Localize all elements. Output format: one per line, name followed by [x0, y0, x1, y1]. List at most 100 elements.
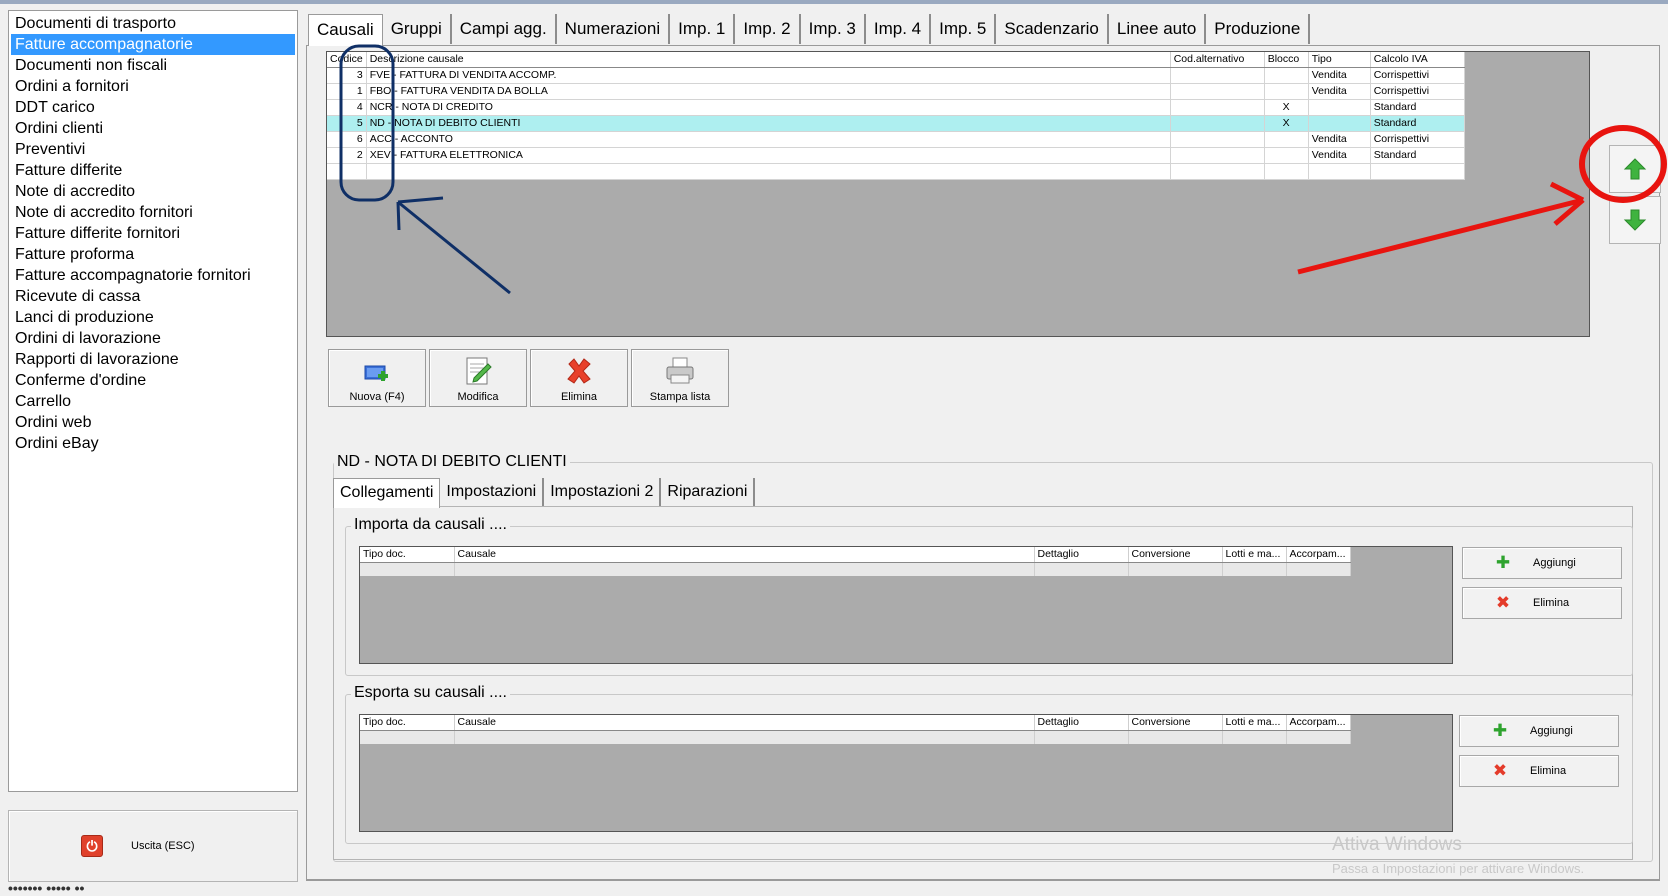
subtab-3[interactable]: Riparazioni: [661, 478, 756, 506]
column-header[interactable]: Blocco: [1264, 52, 1309, 68]
table-cell-descrizione: FBO - FATTURA VENDITA DA BOLLA: [366, 83, 1171, 100]
power-icon: ⏻: [81, 835, 103, 857]
table-cell-cod-alt: [1170, 147, 1265, 164]
new-button[interactable]: Nuova (F4): [328, 349, 426, 407]
table-cell-blocco: X: [1264, 115, 1309, 132]
import-add-button[interactable]: ✚ Aggiungi: [1462, 547, 1622, 579]
table-cell-blocco: X: [1264, 99, 1309, 116]
tab-9[interactable]: Scadenzario: [996, 14, 1109, 44]
tab-1[interactable]: Gruppi: [382, 14, 452, 44]
document-type-item[interactable]: Fatture differite fornitori: [11, 223, 295, 244]
tab-11[interactable]: Produzione: [1206, 14, 1311, 44]
export-add-button[interactable]: ✚ Aggiungi: [1459, 715, 1619, 747]
column-header[interactable]: Descrizione causale: [366, 52, 1171, 68]
import-table[interactable]: Tipo doc. Causale Dettaglio Conversione Lott…: [360, 547, 1351, 576]
column-header[interactable]: Cod.alternativo: [1170, 52, 1265, 68]
empty-cell: [1034, 730, 1129, 744]
column-header[interactable]: Accorpam...: [1286, 547, 1351, 563]
column-header[interactable]: Tipo doc.: [360, 715, 455, 731]
table-row[interactable]: 3 FVE - FATTURA DI VENDITA ACCOMP. Vendita…: [327, 67, 1465, 84]
column-header[interactable]: Tipo: [1308, 52, 1371, 68]
table-row[interactable]: 4 NCR - NOTA DI CREDITO X Standard: [327, 99, 1465, 116]
tab-10[interactable]: Linee auto: [1108, 14, 1207, 44]
empty-row[interactable]: [360, 562, 1351, 576]
move-up-button[interactable]: [1609, 145, 1661, 193]
document-type-item[interactable]: Note di accredito fornitori: [11, 202, 295, 223]
table-row[interactable]: 6 ACC - ACCONTO Vendita Corrispettivi: [327, 131, 1465, 148]
export-table[interactable]: Tipo doc. Causale Dettaglio Conversione Lott…: [360, 715, 1351, 744]
document-type-item[interactable]: Note di accredito: [11, 181, 295, 202]
column-header[interactable]: Causale: [454, 715, 1035, 731]
export-title: Esporta su causali ....: [351, 684, 510, 702]
column-header[interactable]: Dettaglio: [1034, 547, 1129, 563]
print-list-button[interactable]: Stampa lista: [631, 349, 729, 407]
document-type-item[interactable]: Ordini clienti: [11, 118, 295, 139]
document-type-item[interactable]: Ordini a fornitori: [11, 76, 295, 97]
document-type-item[interactable]: Documenti non fiscali: [11, 55, 295, 76]
move-down-button[interactable]: [1609, 196, 1661, 244]
document-type-list[interactable]: Documenti di trasporto Fatture accompagna…: [8, 10, 298, 792]
column-header[interactable]: Lotti e ma...: [1222, 547, 1287, 563]
document-type-item[interactable]: Fatture differite: [11, 160, 295, 181]
document-type-item[interactable]: Ordini di lavorazione: [11, 328, 295, 349]
tab-6[interactable]: Imp. 3: [800, 14, 866, 44]
column-header[interactable]: Tipo doc.: [360, 547, 455, 563]
main-tab-strip: Causali Gruppi Campi agg. Numerazioni Imp. 1…: [308, 14, 1311, 46]
column-header[interactable]: Lotti e ma...: [1222, 715, 1287, 731]
column-header[interactable]: Conversione: [1128, 547, 1223, 563]
empty-cell: [1128, 562, 1223, 576]
tab-3[interactable]: Numerazioni: [556, 14, 671, 44]
new-button-label: Nuova (F4): [349, 391, 405, 403]
column-header[interactable]: Conversione: [1128, 715, 1223, 731]
table-cell-iva: Corrispettivi: [1370, 83, 1465, 100]
delete-button[interactable]: Elimina: [530, 349, 628, 407]
tab-4[interactable]: Imp. 1: [670, 14, 736, 44]
tab-8[interactable]: Imp. 5: [931, 14, 997, 44]
tab-2[interactable]: Campi agg.: [451, 14, 557, 44]
empty-cell: [454, 562, 1035, 576]
document-type-item[interactable]: Fatture accompagnatorie fornitori: [11, 265, 295, 286]
column-header[interactable]: Calcolo IVA: [1370, 52, 1465, 68]
edit-button[interactable]: Modifica: [429, 349, 527, 407]
table-cell-blocco: [1264, 147, 1309, 164]
empty-row[interactable]: [360, 730, 1351, 744]
document-type-item[interactable]: Lanci di produzione: [11, 307, 295, 328]
column-header[interactable]: Codice: [327, 52, 367, 68]
document-type-item[interactable]: Carrello: [11, 391, 295, 412]
empty-cell: [1286, 730, 1351, 744]
column-header[interactable]: Causale: [454, 547, 1035, 563]
document-type-item[interactable]: Ordini web: [11, 412, 295, 433]
document-type-item[interactable]: Fatture proforma: [11, 244, 295, 265]
column-header[interactable]: Accorpam...: [1286, 715, 1351, 731]
column-header[interactable]: Dettaglio: [1034, 715, 1129, 731]
document-type-item[interactable]: Ricevute di cassa: [11, 286, 295, 307]
empty-cell: [1222, 730, 1287, 744]
subtab-0[interactable]: Collegamenti: [333, 478, 441, 508]
document-type-item[interactable]: Rapporti di lavorazione: [11, 349, 295, 370]
tab-0[interactable]: Causali: [308, 14, 383, 46]
table-row[interactable]: 2 XEV - FATTURA ELETTRONICA Vendita Standar…: [327, 147, 1465, 164]
export-grid[interactable]: Tipo doc. Causale Dettaglio Conversione Lott…: [359, 714, 1453, 832]
document-type-item[interactable]: Ordini eBay: [11, 433, 295, 454]
table-cell-blocco: [1264, 83, 1309, 100]
document-type-item[interactable]: Preventivi: [11, 139, 295, 160]
document-type-item[interactable]: DDT carico: [11, 97, 295, 118]
subtab-1[interactable]: Impostazioni: [440, 478, 545, 506]
document-type-item[interactable]: Conferme d'ordine: [11, 370, 295, 391]
document-type-item[interactable]: Documenti di trasporto: [11, 13, 295, 34]
tab-7[interactable]: Imp. 4: [865, 14, 932, 44]
tab-5[interactable]: Imp. 2: [735, 14, 801, 44]
import-delete-button[interactable]: ✖ Elimina: [1462, 587, 1622, 619]
subtab-2[interactable]: Impostazioni 2: [544, 478, 662, 506]
export-delete-button[interactable]: ✖ Elimina: [1459, 755, 1619, 787]
table-row[interactable]: 1 FBO - FATTURA VENDITA DA BOLLA Vendita Co…: [327, 83, 1465, 100]
causali-table[interactable]: Codice Descrizione causale Cod.alternativo…: [327, 52, 1465, 180]
table-cell-iva: Standard: [1370, 147, 1465, 164]
import-grid[interactable]: Tipo doc. Causale Dettaglio Conversione Lott…: [359, 546, 1453, 664]
empty-row[interactable]: [327, 163, 1465, 180]
table-cell-tipo: [1308, 99, 1371, 116]
document-type-item[interactable]: Fatture accompagnatorie: [11, 34, 295, 55]
table-row[interactable]: 5 ND - NOTA DI DEBITO CLIENTI X Standard: [327, 115, 1465, 132]
exit-button[interactable]: ⏻ Uscita (ESC): [81, 835, 195, 857]
causali-grid[interactable]: Codice Descrizione causale Cod.alternativo…: [326, 51, 1590, 337]
